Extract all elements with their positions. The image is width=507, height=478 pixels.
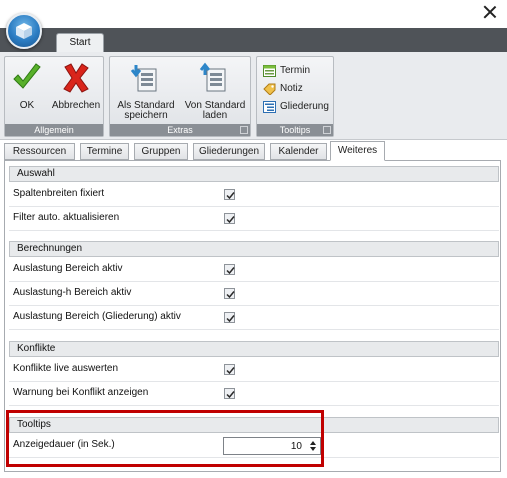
filter-auto-aktualisieren-checkbox[interactable] [224,213,235,224]
load-default-icon [199,62,226,92]
settings-window: Start OK Abbrechen Allgemein Als Standar… [0,0,507,478]
tab-gliederungen[interactable]: Gliederungen [193,143,265,160]
als-standard-speichern-label: Als Standard speichern [117,100,175,121]
setting-label: Auslastung Bereich (Gliederung) aktiv [13,311,181,322]
check-icon [226,367,235,375]
close-icon[interactable] [483,5,497,19]
ribbon-group-extras: Als Standard speichern Von Standard lade… [109,56,251,137]
gliederung-tooltip-button[interactable]: Gliederung [263,99,333,115]
check-icon [226,216,235,224]
section-header-berechnungen: Berechnungen [9,241,499,257]
ok-button[interactable]: OK [7,59,47,123]
ok-label: OK [19,100,35,111]
setting-label: Auslastung Bereich aktiv [13,263,123,274]
section-header-konflikte: Konflikte [9,341,499,357]
konflikte-live-auswerten-checkbox[interactable] [224,364,235,375]
setting-row: Warnung bei Konflikt anzeigen [9,382,499,406]
notiz-label: Notiz [280,83,303,94]
setting-row: Filter auto. aktualisieren [9,207,499,231]
von-standard-laden-button[interactable]: Von Standard laden [182,59,248,123]
extras-dialog-launcher[interactable] [240,126,248,134]
von-standard-laden-label: Von Standard laden [184,100,246,121]
setting-row: Spaltenbreiten fixiert [9,183,499,207]
auslastung-bereich-aktiv-checkbox[interactable] [224,264,235,275]
group-caption-extras: Extras [110,124,250,136]
calendar-icon [263,65,276,77]
auslastung-bereich-gliederung-aktiv-checkbox[interactable] [224,312,235,323]
setting-label: Filter auto. aktualisieren [13,212,120,223]
app-menu-button[interactable] [6,13,42,49]
ribbon-group-allgemein: OK Abbrechen Allgemein [4,56,104,137]
setting-row: Auslastung-h Bereich aktiv [9,282,499,306]
check-icon [226,315,235,323]
setting-row: Auslastung Bereich aktiv [9,258,499,282]
als-standard-speichern-button[interactable]: Als Standard speichern [112,59,180,123]
gliederung-label: Gliederung [280,101,329,112]
setting-row: Auslastung Bereich (Gliederung) aktiv [9,306,499,330]
cancel-x-icon [63,63,89,93]
setting-label: Auslastung-h Bereich aktiv [13,287,132,298]
check-icon [226,267,235,275]
tab-ressourcen[interactable]: Ressourcen [4,143,75,160]
cube-icon [16,23,32,39]
setting-label: Spaltenbreiten fixiert [13,188,105,199]
tooltips-highlight-frame [6,410,324,467]
check-icon [226,192,235,200]
title-bar [0,0,507,28]
ribbon-tab-start[interactable]: Start [56,33,104,53]
group-caption-allgemein: Allgemein [5,124,103,136]
ribbon-panel: OK Abbrechen Allgemein Als Standard spei… [0,52,507,140]
save-default-icon [130,65,157,92]
notiz-tooltip-button[interactable]: Notiz [263,81,329,97]
tab-gruppen[interactable]: Gruppen [134,143,188,160]
setting-label: Konflikte live auswerten [13,363,119,374]
tab-kalender[interactable]: Kalender [270,143,327,160]
group-caption-tooltips: Tooltips [257,124,333,136]
spaltenbreiten-fixiert-checkbox[interactable] [224,189,235,200]
warnung-bei-konflikt-checkbox[interactable] [224,388,235,399]
tooltips-dialog-launcher[interactable] [323,126,331,134]
abbrechen-button[interactable]: Abbrechen [49,59,103,123]
ribbon-group-tooltips: Termin Notiz Gliederung Tooltips [256,56,334,137]
checkmark-icon [13,63,41,89]
abbrechen-label: Abbrechen [51,100,101,111]
termin-tooltip-button[interactable]: Termin [263,63,329,79]
check-icon [226,391,235,399]
tab-termine[interactable]: Termine [80,143,129,160]
check-icon [226,291,235,299]
termin-label: Termin [280,65,311,76]
section-header-auswahl: Auswahl [9,166,499,182]
auslastung-h-bereich-aktiv-checkbox[interactable] [224,288,235,299]
tab-weiteres[interactable]: Weiteres [330,141,385,161]
tag-icon [263,83,276,95]
setting-label: Warnung bei Konflikt anzeigen [13,387,149,398]
setting-row: Konflikte live auswerten [9,358,499,382]
outline-list-icon [263,101,276,113]
